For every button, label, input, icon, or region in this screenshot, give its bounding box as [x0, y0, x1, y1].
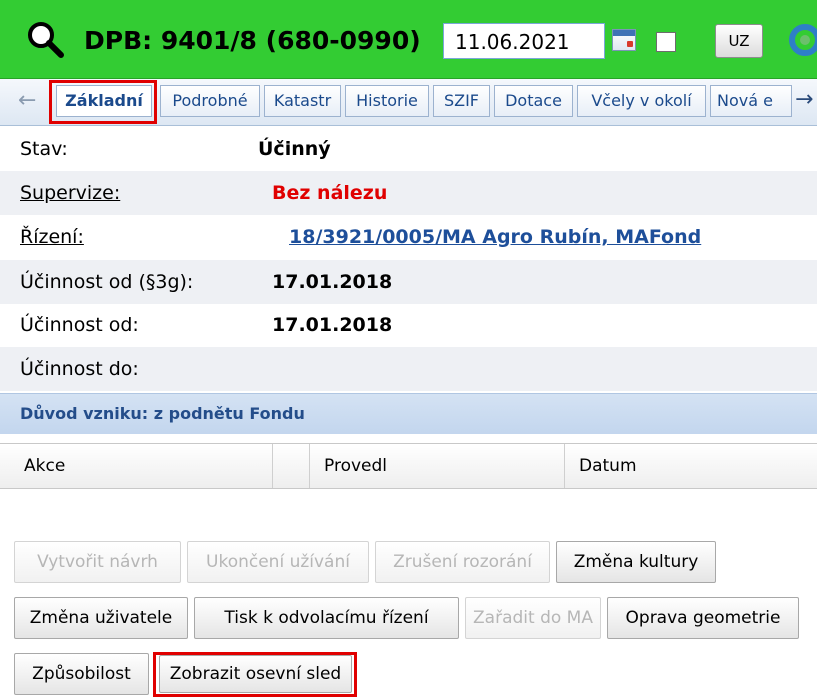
property-row-ucinnost-od: Účinnost od: 17.01.2018	[0, 303, 817, 347]
property-value: Účinný	[258, 138, 331, 160]
tabs-scroll-left-icon[interactable]: ←	[18, 90, 36, 112]
search-icon[interactable]	[24, 18, 68, 62]
highlight-frame-tab	[49, 80, 157, 124]
tab-historie[interactable]: Historie	[345, 85, 429, 117]
zruseni-rozorani-button[interactable]: Zrušení rozorání	[375, 541, 550, 583]
zaradit-do-ma-button[interactable]: Zařadit do MA	[465, 597, 601, 639]
rizeni-value-link[interactable]: 18/3921/0005/MA Agro Rubín, MAFond	[289, 226, 701, 248]
grid-header: Akce Provedl Datum	[0, 443, 817, 489]
page-title: DPB: 9401/8 (680-0990)	[84, 26, 421, 55]
column-header-datum[interactable]: Datum	[564, 444, 817, 488]
zmena-kultury-button[interactable]: Změna kultury	[556, 541, 716, 583]
zmena-uzivatele-button[interactable]: Změna uživatele	[14, 597, 188, 639]
uz-button[interactable]: UZ	[715, 24, 763, 58]
supervize-link[interactable]: Supervize:	[20, 182, 120, 204]
property-row-ucinnost-3g: Účinnost od (§3g): 17.01.2018	[0, 260, 817, 304]
tab-dotace[interactable]: Dotace	[494, 85, 573, 117]
calendar-icon[interactable]	[612, 29, 636, 51]
property-label: Stav:	[20, 138, 68, 160]
property-value: 17.01.2018	[272, 271, 393, 293]
property-row-stav: Stav: Účinný	[0, 127, 817, 171]
tab-katastr[interactable]: Katastr	[264, 85, 341, 117]
property-row-supervize: Supervize: Bez nálezu	[0, 171, 817, 215]
property-row-ucinnost-do: Účinnost do:	[0, 347, 817, 391]
property-row-rizeni: Řízení: 18/3921/0005/MA Agro Rubín, MAFo…	[0, 215, 817, 259]
rizeni-link[interactable]: Řízení:	[20, 226, 84, 248]
property-value: 17.01.2018	[272, 314, 393, 336]
vytvorit-navrh-button[interactable]: Vytvořit návrh	[14, 541, 181, 583]
status-value: Bez nálezu	[272, 182, 388, 204]
property-label: Účinnost do:	[20, 358, 139, 380]
column-header-provedl[interactable]: Provedl	[309, 444, 564, 488]
property-label: Účinnost od (§3g):	[20, 271, 194, 293]
oprava-geometrie-button[interactable]: Oprava geometrie	[607, 597, 799, 639]
column-header-blank[interactable]	[272, 444, 309, 488]
tab-vcely-v-okoli[interactable]: Včely v okolí	[577, 85, 706, 117]
tab-nova[interactable]: Nová e	[710, 85, 792, 117]
zpusobilost-button[interactable]: Způsobilost	[14, 653, 149, 695]
column-header-akce[interactable]: Akce	[16, 444, 272, 488]
header-bar: DPB: 9401/8 (680-0990) 11.06.2021 UZ	[0, 0, 817, 79]
highlight-frame-button	[153, 652, 357, 697]
date-checkbox[interactable]	[656, 32, 676, 52]
tabs-scroll-right-icon[interactable]: →	[795, 89, 813, 111]
tab-szif[interactable]: SZIF	[433, 85, 490, 117]
ukonceni-uzivani-button[interactable]: Ukončení užívání	[187, 541, 369, 583]
section-header: Důvod vzniku: z podnětu Fondu	[0, 393, 817, 434]
tisk-k-odvolacimu-rizeni-button[interactable]: Tisk k odvolacímu řízení	[194, 597, 459, 639]
property-label: Účinnost od:	[20, 314, 139, 336]
date-input[interactable]: 11.06.2021	[443, 23, 605, 59]
refresh-icon[interactable]	[787, 22, 817, 58]
tab-podrobne[interactable]: Podrobné	[160, 85, 260, 117]
section-title: Důvod vzniku: z podnětu Fondu	[20, 404, 305, 423]
